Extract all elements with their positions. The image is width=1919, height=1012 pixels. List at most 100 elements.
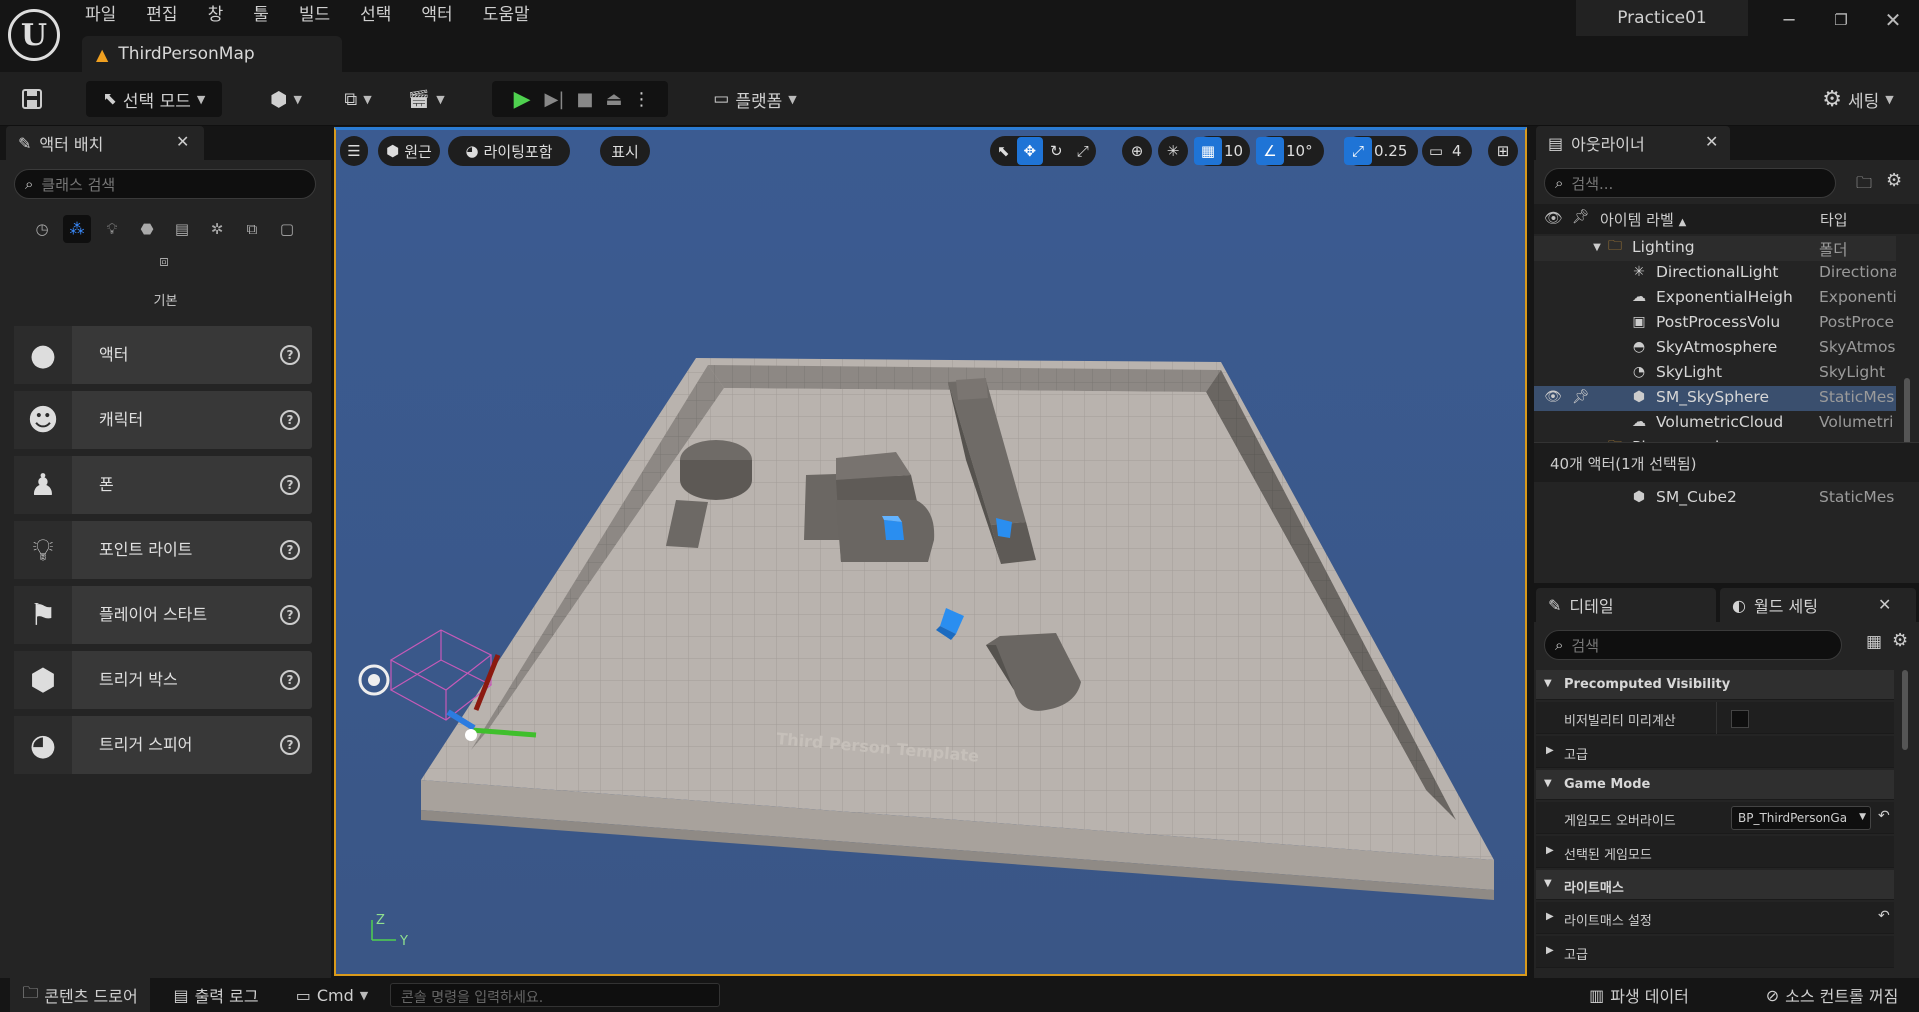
shapes-category-icon[interactable]: ⬣ [133, 215, 161, 243]
minimize-icon[interactable]: ─ [1774, 6, 1804, 34]
play-icon[interactable]: ▶ [514, 87, 531, 112]
actor-item-player-start[interactable]: ⚑ 플레이어 스타트 ? [14, 586, 312, 644]
help-icon[interactable]: ? [280, 410, 300, 430]
lightmass-settings-row[interactable]: ▶ 라이트매스 설정 ↶ [1536, 902, 1894, 934]
cinematic-category-icon[interactable]: ▤ [168, 215, 196, 243]
menu-select[interactable]: 선택 [345, 0, 406, 32]
grid-snap-group[interactable]: ▦ 10 [1194, 136, 1250, 166]
volumes-category-icon[interactable]: ▢ [273, 215, 301, 243]
expand-arrow-icon[interactable]: ▼ [1588, 238, 1606, 256]
rotation-snap-group[interactable]: ∠ 10° [1256, 136, 1324, 166]
close-panel-icon[interactable]: ✕ [1705, 132, 1718, 151]
details-tab[interactable]: ✎ 디테일 [1536, 588, 1716, 622]
perspective-button[interactable]: ⬢ 원근 [378, 136, 440, 166]
scale-tool-icon[interactable]: ⤢ [1070, 137, 1097, 165]
select-mode-dropdown[interactable]: ⬉ 선택 모드 ▼ [86, 81, 222, 117]
viewport-menu-icon[interactable]: ☰ [340, 136, 368, 166]
menu-help[interactable]: 도움말 [468, 0, 545, 32]
output-log-button[interactable]: ▤ 출력 로그 [164, 978, 268, 1012]
help-icon[interactable]: ? [280, 735, 300, 755]
actor-item-trigger-sphere[interactable]: ◕ 트리거 스피어 ? [14, 716, 312, 774]
menu-build[interactable]: 빌드 [284, 0, 345, 32]
eject-icon[interactable]: ⏏ [605, 89, 622, 110]
place-actors-tab[interactable]: ✎ 액터 배치 [6, 126, 204, 160]
outliner-row[interactable]: ◔ SkyLight SkyLight [1534, 361, 1896, 386]
show-button[interactable]: 표시 [600, 136, 650, 166]
section-lightmass[interactable]: ▼ 라이트매스 [1536, 870, 1894, 900]
outliner-row[interactable]: ☁︎ VolumetricCloud Volumetri [1534, 411, 1896, 436]
gear-icon[interactable]: ⚙ [1886, 170, 1902, 191]
source-control-button[interactable]: ⊘ 소스 컨트롤 꺼짐 [1748, 978, 1916, 1012]
outliner-row[interactable]: ▼ 🗀︎ Lighting 폴더 [1534, 236, 1896, 261]
help-icon[interactable]: ? [280, 605, 300, 625]
details-scrollbar[interactable] [1902, 670, 1908, 750]
outliner-row[interactable]: ⬢ SM_Cube2 StaticMes [1534, 486, 1896, 506]
help-icon[interactable]: ? [280, 475, 300, 495]
select-tool-icon[interactable]: ⬉ [990, 137, 1017, 165]
scale-snap-group[interactable]: ⤢ 0.25 [1344, 136, 1418, 166]
precompute-visibility-checkbox[interactable] [1731, 710, 1749, 728]
visual-effects-category-icon[interactable]: ✲ [203, 215, 231, 243]
level-viewport[interactable]: Third Person Template Z Y ☰ ⬢ 원근 ◕ 라이팅포함 표… [334, 127, 1527, 976]
cinematics-button[interactable]: 🎬︎ ▼ [402, 81, 450, 117]
type-column-header[interactable]: 타입 [1820, 209, 1848, 230]
outliner-row[interactable]: ▣ PostProcessVolu PostProce [1534, 311, 1896, 336]
selected-gamemode-row[interactable]: ▶ 선택된 게임모드 [1536, 836, 1894, 868]
basic-category-icon[interactable]: ⁂ [63, 215, 91, 243]
platforms-dropdown[interactable]: ▭ 플랫폼 ▼ [704, 81, 806, 117]
advanced-row[interactable]: ▶ 고급 [1536, 736, 1894, 768]
cmd-dropdown[interactable]: ▭ Cmd ▼ [290, 978, 374, 1012]
level-tab[interactable]: ▲ ThirdPersonMap [82, 36, 342, 72]
outliner-search-input[interactable]: ⌕ 검색... [1544, 168, 1836, 198]
section-precomputed-visibility[interactable]: ▼ Precomputed Visibility [1536, 670, 1894, 700]
all-classes-category-icon[interactable]: ⧈ [150, 247, 178, 275]
help-icon[interactable]: ? [280, 670, 300, 690]
rotate-tool-icon[interactable]: ↻ [1043, 137, 1070, 165]
step-icon[interactable]: ▶| [544, 89, 564, 110]
settings-dropdown[interactable]: ⚙ 세팅 ▼ [1812, 81, 1904, 117]
translate-tool-icon[interactable]: ✥ [1016, 137, 1043, 165]
viewport-layout-icon[interactable]: ⊞ [1488, 136, 1518, 166]
add-actor-button[interactable]: ⬢ ▼ [262, 81, 310, 117]
menu-tools[interactable]: 툴 [238, 0, 284, 32]
derived-data-button[interactable]: ▥ 파생 데이터 [1578, 978, 1700, 1012]
close-panel-icon[interactable]: ✕ [1878, 595, 1891, 614]
world-space-icon[interactable]: ⊕ [1122, 136, 1152, 166]
restore-icon[interactable]: ❐ [1826, 6, 1856, 34]
gear-icon[interactable]: ⚙ [1892, 630, 1908, 651]
unreal-logo-icon[interactable]: U [8, 9, 60, 61]
class-search-input[interactable]: ⌕ 클래스 검색 [14, 169, 316, 199]
actor-item-point-light[interactable]: 💡︎ 포인트 라이트 ? [14, 521, 312, 579]
lights-category-icon[interactable]: 💡︎ [98, 215, 126, 243]
actor-item-character[interactable]: ☻ 캐릭터 ? [14, 391, 312, 449]
help-icon[interactable]: ? [280, 540, 300, 560]
visibility-icon[interactable]: 👁︎ [1544, 388, 1562, 406]
blueprint-button[interactable]: ⧉ ▼ [334, 81, 382, 117]
table-view-icon[interactable]: ▦ [1866, 632, 1882, 652]
outliner-row[interactable]: ✳ DirectionalLight Directiona [1534, 261, 1896, 286]
save-icon[interactable] [16, 81, 48, 117]
reset-arrow-icon[interactable]: ↶ [1878, 808, 1890, 824]
add-folder-icon[interactable]: 🗀︎ [1856, 172, 1872, 199]
stop-icon[interactable]: ■ [576, 89, 593, 110]
more-options-icon[interactable]: ⋮ [632, 89, 650, 110]
visibility-icon[interactable]: 👁︎ [1544, 209, 1563, 227]
view-mode-button[interactable]: ◕ 라이팅포함 [448, 136, 570, 166]
outliner-row[interactable]: ☁︎ ExponentialHeigh Exponenti [1534, 286, 1896, 311]
help-icon[interactable]: ? [280, 345, 300, 365]
menu-actor[interactable]: 액터 [406, 0, 467, 32]
details-search-input[interactable]: ⌕ 검색 [1544, 630, 1842, 660]
menu-window[interactable]: 창 [193, 0, 239, 32]
reset-arrow-icon[interactable]: ↶ [1878, 908, 1890, 924]
recent-icon[interactable]: ◷ [28, 215, 56, 243]
close-panel-icon[interactable]: ✕ [176, 132, 189, 151]
menu-edit[interactable]: 편집 [131, 0, 192, 32]
actor-item-pawn[interactable]: ♟ 폰 ? [14, 456, 312, 514]
geometry-category-icon[interactable]: ⧉ [238, 215, 266, 243]
outliner-tab[interactable]: ▤ 아웃라이너 [1536, 126, 1730, 160]
section-game-mode[interactable]: ▼ Game Mode [1536, 770, 1894, 800]
actor-item-actor[interactable]: ● 액터 ? [14, 326, 312, 384]
pin-icon[interactable]: 📌︎ [1572, 388, 1590, 406]
outliner-row[interactable]: 👁︎ 📌︎ ⬢ SM_SkySphere StaticMes [1534, 386, 1896, 411]
content-drawer-button[interactable]: 🗀︎ 콘텐츠 드로어 [10, 978, 150, 1012]
